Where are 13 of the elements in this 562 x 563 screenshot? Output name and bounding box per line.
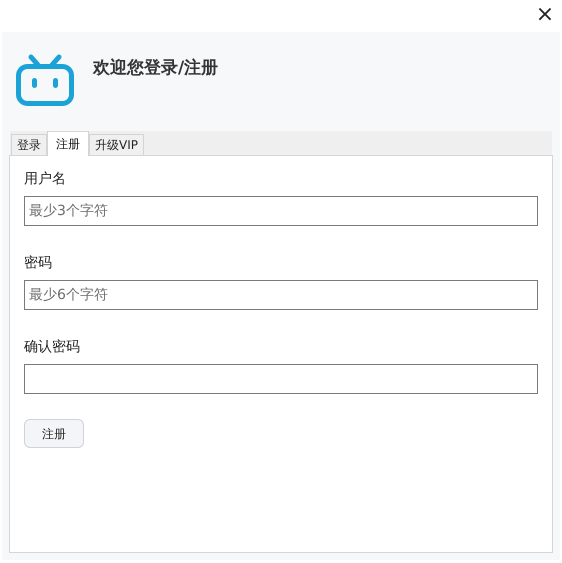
input-field[interactable]: 最少6个字符 xyxy=(24,280,538,310)
input-field[interactable]: 最少3个字符 xyxy=(24,196,538,226)
field-label: 确认密码 xyxy=(24,338,80,357)
welcome-title: 欢迎您登录/注册 xyxy=(93,57,218,80)
field-label: 密码 xyxy=(24,254,52,273)
input-field[interactable] xyxy=(24,364,538,394)
register-button[interactable]: 注册 xyxy=(24,419,84,448)
tab[interactable]: 登录 xyxy=(11,134,47,155)
tab[interactable]: 升级VIP xyxy=(89,134,144,155)
tv-logo-icon xyxy=(15,54,75,106)
close-button[interactable]: × xyxy=(528,0,562,30)
field-label: 用户名 xyxy=(24,170,66,189)
tab[interactable]: 注册 xyxy=(47,131,89,156)
